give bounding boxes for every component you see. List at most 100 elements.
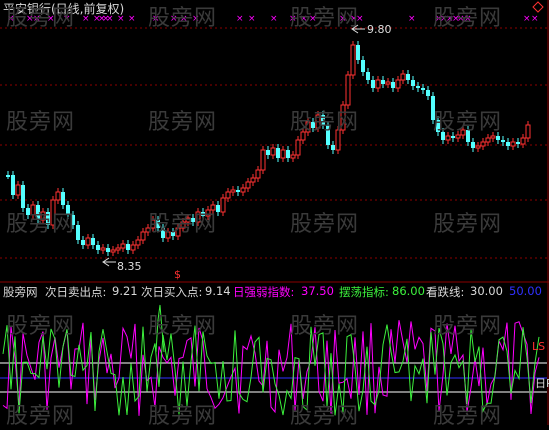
candle-body: [406, 74, 410, 80]
candle-body: [331, 145, 335, 150]
watermark: 股旁网: [433, 110, 503, 135]
candle-body: [381, 80, 385, 84]
candle-body: [286, 150, 290, 158]
candle-body: [250, 177, 256, 183]
strength-index-value: 37.50: [301, 284, 334, 298]
candle-body: [266, 150, 270, 155]
watermark: 股旁网: [433, 314, 503, 339]
candle-body: [255, 169, 261, 179]
buy-signal-icon: $: [174, 268, 181, 281]
signal-marker-icon: ×: [270, 14, 278, 24]
candle-body: [361, 60, 365, 72]
watermark: 股旁网: [148, 6, 218, 31]
indicator-name[interactable]: 股旁网: [3, 284, 38, 300]
low-annotation: 8.35: [102, 257, 142, 273]
watermark: 股旁网: [290, 404, 360, 429]
watermark: 股旁网: [290, 314, 360, 339]
candle-body: [411, 80, 415, 86]
candle-body: [110, 249, 116, 253]
watermark: 股旁网: [148, 314, 218, 339]
signal-marker-icon: ×: [523, 14, 531, 24]
candle-body: [366, 72, 370, 80]
strength-index-label: 日强弱指数:: [233, 285, 295, 299]
candle-body: [220, 197, 226, 213]
watermark: 股旁网: [6, 314, 76, 339]
ri-label: 日R: [535, 377, 549, 390]
candle-body: [120, 243, 126, 249]
candle-body: [445, 135, 451, 141]
candle-body: [81, 240, 85, 245]
candle-body: [501, 140, 505, 142]
candle-body: [61, 192, 65, 205]
candle-body: [276, 148, 280, 158]
candle-body: [106, 248, 110, 252]
indicator-header: 股旁网 次日卖出点: 9.21 次日买入点: 9.14 日强弱指数: 37.50…: [0, 283, 549, 299]
candle-body: [140, 231, 146, 241]
candle-body: [416, 86, 420, 88]
watermark: 股旁网: [6, 212, 76, 237]
candle-body: [525, 124, 531, 139]
fall-line-value: 30.00: [470, 284, 503, 298]
watermark: 股旁网: [148, 110, 218, 135]
candle-body: [356, 45, 360, 60]
watermark: 股旁网: [433, 6, 503, 31]
candle-body: [236, 190, 240, 192]
signal-marker-icon: ×: [248, 14, 256, 24]
buy-point-value: 9.14: [205, 284, 231, 298]
candle-body: [426, 90, 430, 96]
signal-marker-icon: ×: [128, 14, 136, 24]
candle-body: [55, 191, 61, 201]
watermark: 股旁网: [433, 404, 503, 429]
sell-point-value: 9.21: [112, 284, 138, 298]
candle-body: [225, 191, 231, 199]
candle-body: [295, 139, 301, 156]
sell-point-label: 次日卖出点:: [45, 285, 107, 299]
swing-label: 摆荡指标:: [339, 285, 389, 299]
candle-body: [15, 184, 21, 196]
candle-body: [350, 44, 356, 76]
candle-body: [115, 247, 121, 251]
extra-value: 50.00: [509, 284, 542, 298]
candle-body: [520, 137, 526, 145]
candle-body: [230, 189, 236, 193]
svg-text:$: $: [174, 268, 181, 281]
watermark: 股旁网: [148, 212, 218, 237]
candle-body: [85, 237, 91, 246]
candle-body: [395, 79, 401, 89]
candle-body: [91, 238, 95, 245]
high-price-label: 9.80: [367, 23, 392, 36]
candle-body: [280, 149, 286, 159]
candle-body: [100, 247, 106, 251]
candle-body: [471, 142, 475, 148]
diamond-icon[interactable]: [532, 1, 544, 13]
watermark: 股旁网: [433, 212, 503, 237]
swing-value: 86.00: [392, 284, 425, 298]
watermark: 股旁网: [6, 404, 76, 429]
signal-marker-icon: ×: [408, 14, 416, 24]
candle-body: [240, 187, 246, 193]
candle-body: [130, 244, 136, 251]
candle-body: [485, 137, 491, 143]
low-price-label: 8.35: [117, 260, 142, 273]
candle-body: [135, 239, 141, 246]
candle-body: [506, 142, 510, 146]
watermark: 股旁网: [6, 110, 76, 135]
candle-body: [451, 136, 455, 138]
candle-body: [345, 74, 351, 106]
candle-body: [21, 185, 25, 208]
watermark: 股旁网: [6, 6, 76, 31]
candle-body: [475, 145, 481, 149]
candle-body: [76, 225, 80, 240]
candle-body: [270, 147, 276, 156]
watermark: 股旁网: [290, 110, 360, 135]
ls-label: LS: [532, 340, 546, 353]
signal-marker-icon: ×: [531, 14, 539, 24]
candle-body: [371, 80, 375, 88]
candle-body: [421, 88, 425, 90]
candle-body: [510, 141, 516, 147]
watermark: 股旁网: [290, 212, 360, 237]
candle-body: [245, 181, 251, 189]
candle-body: [126, 244, 130, 250]
signal-marker-icon: ×: [236, 14, 244, 24]
candle-body: [11, 175, 15, 195]
